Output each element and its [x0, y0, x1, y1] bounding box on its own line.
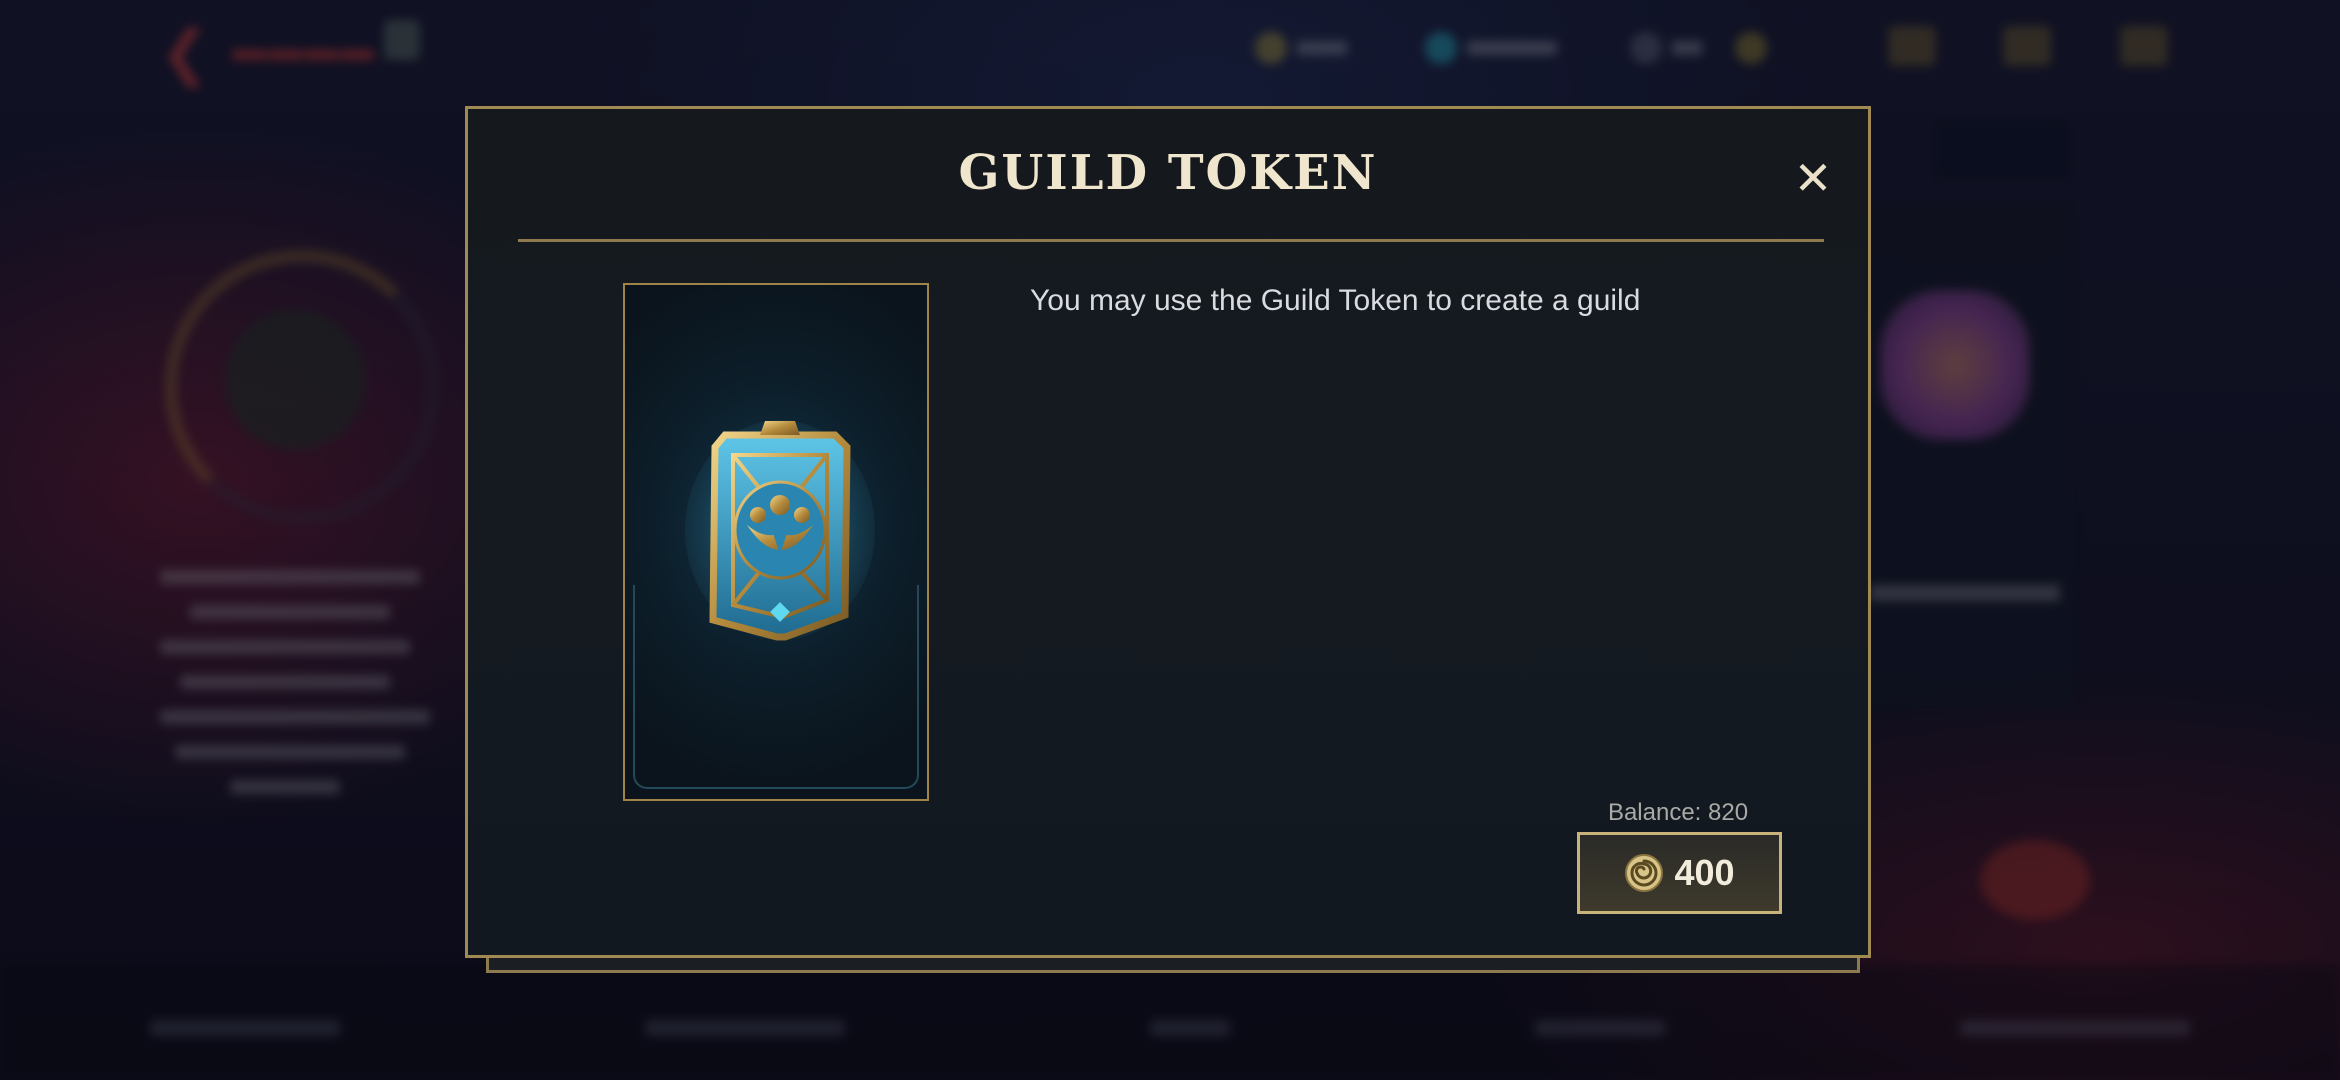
- purchase-button[interactable]: 400: [1577, 832, 1782, 914]
- price-amount: 400: [1674, 852, 1735, 893]
- spiral-coin-icon: [1625, 854, 1664, 892]
- dialog-title: GUILD TOKEN: [958, 145, 1378, 201]
- game-screen: ❮ ▬▬▬▬ GUILD TOKEN ✕ You may use the Gui…: [0, 0, 2340, 1080]
- title-divider: [518, 239, 1824, 242]
- item-preview-frame: [623, 283, 929, 801]
- guild-token-icon: [685, 420, 875, 641]
- item-description: You may use the Guild Token to create a …: [1030, 284, 1641, 317]
- balance-label: Balance: 820: [1607, 799, 1749, 826]
- guild-token-dialog: GUILD TOKEN ✕ You may use the Guild Toke…: [465, 106, 1871, 958]
- close-icon[interactable]: ✕: [1788, 153, 1838, 203]
